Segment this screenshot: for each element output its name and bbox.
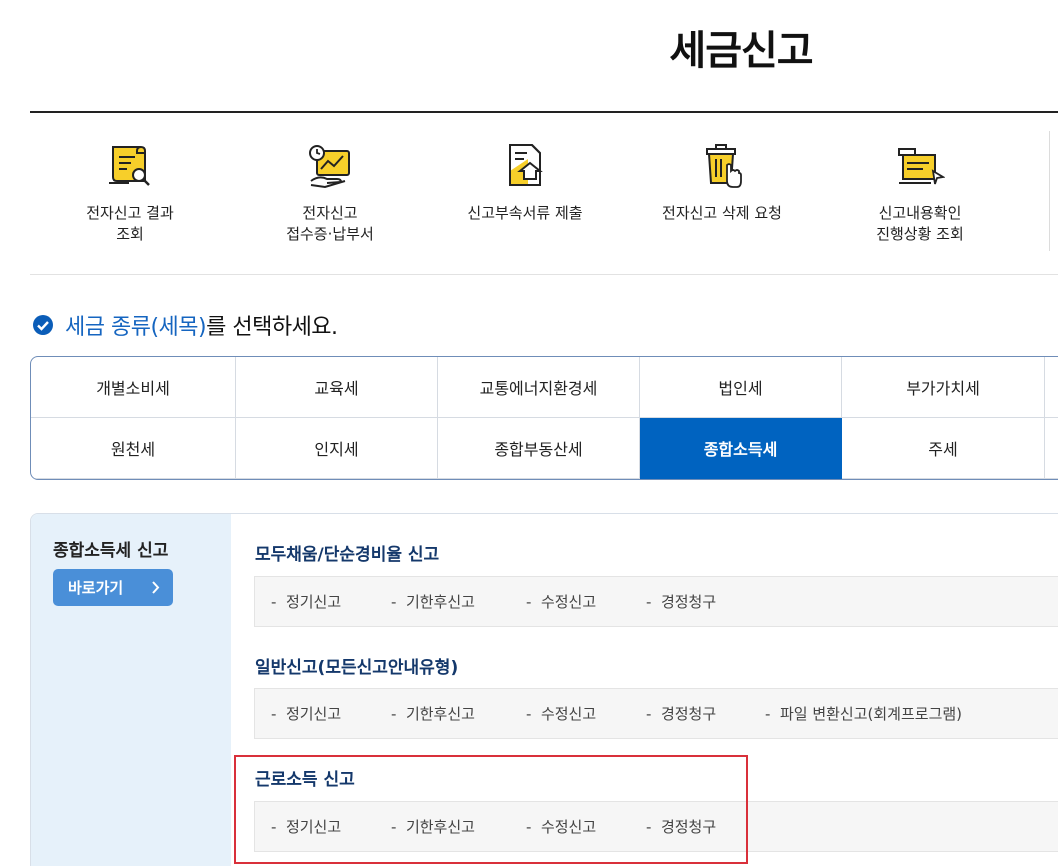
link-late-filing[interactable]: - 기한후신고 bbox=[391, 591, 475, 612]
tax-type-heading: 세금 종류(세목) 를 선택하세요. bbox=[32, 310, 338, 340]
link-regular-filing[interactable]: - 정기신고 bbox=[271, 591, 341, 612]
group-title[interactable]: 일반신고(모든신고안내유형) bbox=[255, 653, 458, 678]
quick-item-receipt[interactable]: 전자신고 접수증·납부서 bbox=[230, 113, 430, 275]
group-title[interactable]: 모두채움/단순경비율 신고 bbox=[255, 540, 439, 565]
goto-button-label: 바로가기 bbox=[68, 579, 124, 597]
tax-type-vat[interactable]: 부가가치세 bbox=[842, 357, 1045, 418]
link-late-filing[interactable]: - 기한후신고 bbox=[391, 703, 475, 724]
quick-item-delete-request[interactable]: 전자신고 삭제 요청 bbox=[622, 113, 822, 275]
detail-sidebar: 종합소득세 신고 바로가기 bbox=[31, 514, 231, 866]
tax-type-excise[interactable]: 개별소비세 bbox=[31, 357, 236, 418]
chevron-right-icon bbox=[152, 581, 160, 594]
side-title: 종합소득세 신고 bbox=[53, 541, 169, 561]
tax-type-hidden-cell[interactable] bbox=[1045, 357, 1058, 418]
progress-review-icon bbox=[898, 148, 945, 185]
link-correction-claim[interactable]: - 경정청구 bbox=[646, 703, 716, 724]
quick-item-label: 전자신고 결과 조회 bbox=[86, 204, 174, 243]
tax-type-corporate[interactable]: 법인세 bbox=[640, 357, 842, 418]
tax-type-withholding[interactable]: 원천세 bbox=[31, 418, 236, 479]
quick-item-label: 전자신고 삭제 요청 bbox=[662, 204, 782, 222]
check-circle-icon bbox=[33, 315, 53, 335]
trash-delete-icon bbox=[706, 144, 742, 188]
tax-type-hidden-cell[interactable] bbox=[1045, 418, 1058, 479]
highlight-box bbox=[234, 755, 748, 864]
quick-item-result-inquiry[interactable]: 전자신고 결과 조회 bbox=[30, 113, 230, 275]
link-amended-filing[interactable]: - 수정신고 bbox=[526, 591, 596, 612]
tax-type-grid: 개별소비세 교육세 교통에너지환경세 법인세 부가가치세 원천세 인지세 종합부… bbox=[30, 356, 1058, 480]
quick-item-label: 신고내용확인 진행상황 조회 bbox=[876, 204, 964, 243]
goto-button[interactable]: 바로가기 bbox=[53, 569, 173, 606]
quick-item-attach-submit[interactable]: 신고부속서류 제출 bbox=[425, 113, 625, 275]
tax-type-education[interactable]: 교육세 bbox=[236, 357, 438, 418]
link-amended-filing[interactable]: - 수정신고 bbox=[526, 703, 596, 724]
document-upload-icon bbox=[509, 144, 543, 186]
link-bar: - 정기신고 - 기한후신고 - 수정신고 - 경정청구 bbox=[254, 576, 1058, 627]
tax-type-stamp[interactable]: 인지세 bbox=[236, 418, 438, 479]
quick-item-progress-inquiry[interactable]: 신고내용확인 진행상황 조회 bbox=[820, 113, 1020, 275]
tax-type-comprehensive-real-estate[interactable]: 종합부동산세 bbox=[438, 418, 640, 479]
link-file-conversion[interactable]: - 파일 변환신고(회계프로그램) bbox=[765, 703, 962, 724]
page-title: 세금신고 bbox=[669, 28, 813, 74]
receipt-clock-icon bbox=[309, 145, 350, 189]
document-search-icon bbox=[109, 146, 150, 186]
heading-rest: 를 선택하세요. bbox=[206, 315, 338, 340]
tax-type-transport-energy[interactable]: 교통에너지환경세 bbox=[438, 357, 640, 418]
quick-item-label: 신고부속서류 제출 bbox=[467, 204, 583, 222]
link-regular-filing[interactable]: - 정기신고 bbox=[271, 703, 341, 724]
quick-menu: 전자신고 결과 조회 전자신고 접수증·납부서 신고부속서류 제출 전자신고 삭… bbox=[30, 113, 1058, 275]
link-bar: - 정기신고 - 기한후신고 - 수정신고 - 경정청구 - 파일 변환신고(회… bbox=[254, 688, 1058, 739]
tax-type-liquor[interactable]: 주세 bbox=[842, 418, 1045, 479]
heading-highlight: 세금 종류(세목) bbox=[65, 315, 207, 340]
quick-menu-divider bbox=[1049, 131, 1050, 251]
quick-item-label: 전자신고 접수증·납부서 bbox=[286, 204, 374, 243]
tax-type-global-income[interactable]: 종합소득세 bbox=[640, 418, 842, 479]
link-correction-claim[interactable]: - 경정청구 bbox=[646, 591, 716, 612]
